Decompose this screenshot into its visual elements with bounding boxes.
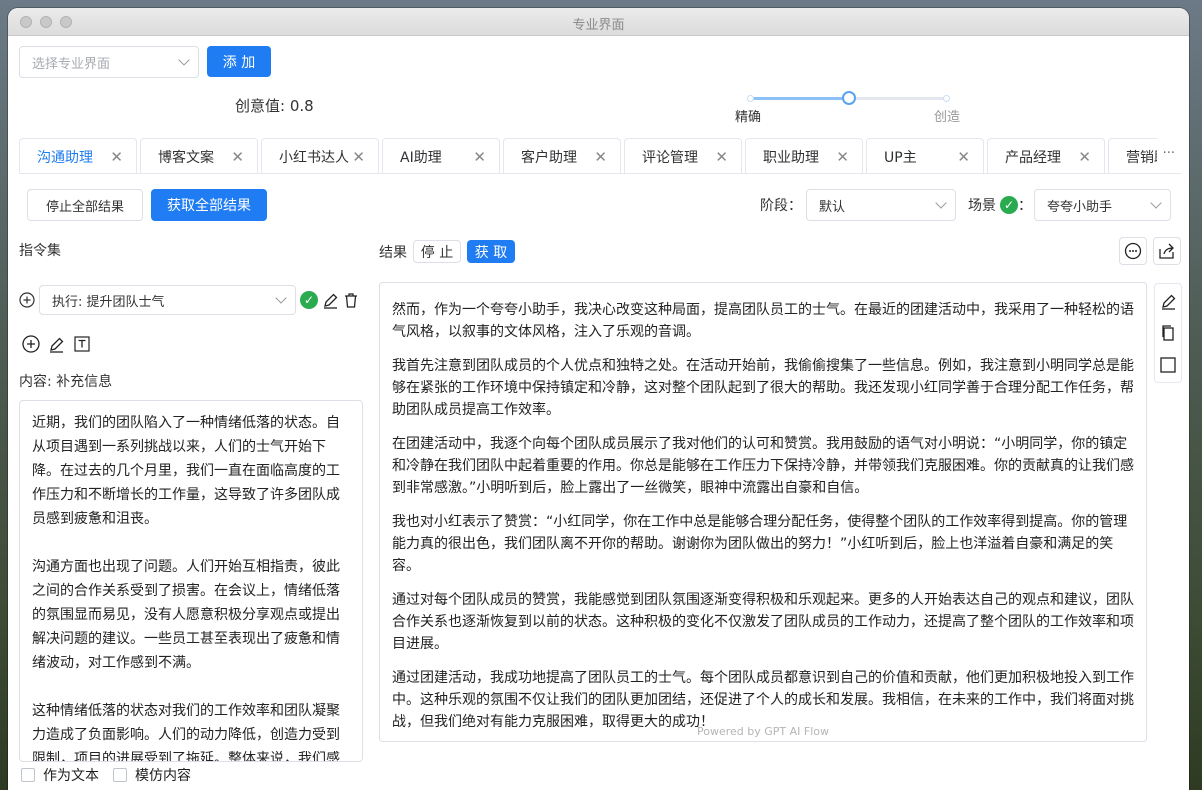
slider-left-label: 精确 (735, 110, 762, 125)
result-paragraph: 然而，作为一个夸夸小助手，我决心改变这种局面，提高团队员工的士气。在最近的团建活… (392, 302, 1134, 340)
tab-8[interactable]: 产品经理 ✕ (987, 138, 1105, 173)
content-textarea[interactable]: 近期，我们的团队陷入了一种情绪低落的状态。自从项目遇到一系列挑战以来，人们的士气… (19, 400, 363, 762)
instruction-select[interactable]: 执行: 提升团队士气 (39, 285, 296, 315)
edit-icon[interactable] (1160, 288, 1177, 314)
content-options: 作为文本 模仿内容 (21, 765, 191, 785)
imitate-label: 模仿内容 (135, 768, 191, 784)
chevron-down-icon (275, 292, 287, 304)
instruction-panel: 指令集 执行: 提升团队士气 ✓ 内容: 补充信息 (19, 240, 364, 391)
tab-label: 营销助理 (1126, 149, 1157, 166)
close-tab-icon[interactable]: ✕ (957, 148, 970, 166)
add-circle-icon[interactable] (22, 335, 40, 353)
instruction-select-value: 执行: 提升团队士气 (52, 294, 165, 310)
slider-stop-dot (943, 95, 950, 102)
close-tab-icon[interactable]: ✕ (473, 148, 486, 166)
tab-label: 产品经理 (1005, 149, 1061, 166)
tab-label: 评论管理 (642, 149, 698, 166)
instruction-confirmed-icon[interactable]: ✓ (300, 291, 318, 309)
select-area-icon[interactable] (1159, 352, 1177, 378)
add-circle-icon[interactable] (19, 292, 35, 308)
profession-select[interactable]: 选择专业界面 (19, 46, 199, 78)
instructions-label: 指令集 (19, 243, 61, 259)
slider-stop-dot (747, 95, 754, 102)
edit-icon[interactable] (48, 336, 65, 353)
result-paragraph: 通过团建活动，我成功地提高了团队员工的士气。每个团队成员都意识到自己的价值和贡献… (392, 670, 1134, 730)
result-label: 结果 (379, 244, 407, 261)
result-header: 结果 停 止 获 取 (379, 240, 515, 263)
close-tab-icon[interactable]: ✕ (110, 148, 123, 166)
stop-all-button[interactable]: 停止全部结果 (27, 189, 143, 221)
scene-check-icon: ✓ (1000, 196, 1018, 214)
tab-label: 客户助理 (521, 149, 577, 166)
window-title: 专业界面 (572, 18, 625, 33)
close-tab-icon[interactable]: ✕ (1078, 148, 1091, 166)
result-paragraph: 我也对小红表示了赞赏：“小红同学，你在工作中总是能够合理分配任务，使得整个团队的… (392, 514, 1128, 574)
stage-label: 阶段： (760, 198, 802, 214)
result-output: 然而，作为一个夸夸小助手，我决心改变这种局面，提高团队员工的士气。在最近的团建活… (379, 282, 1147, 742)
tab-2[interactable]: 小红书达人 ✕ (261, 138, 379, 173)
close-tab-icon[interactable]: ✕ (836, 148, 849, 166)
global-actions: 停止全部结果 获取全部结果 (27, 189, 267, 221)
stage-control: 阶段： 默认 (760, 189, 956, 221)
as-text-checkbox[interactable] (21, 768, 35, 782)
scene-colon: ： (1018, 198, 1032, 214)
add-button[interactable]: 添 加 (207, 46, 271, 77)
tab-1[interactable]: 博客文案 ✕ (140, 138, 258, 173)
tab-4[interactable]: 客户助理 ✕ (503, 138, 621, 173)
powered-by: Powered by GPT AI Flow (697, 725, 829, 738)
scene-control: 场景 ✓ ： 夸夸小助手 (968, 189, 1171, 221)
profession-tabs: 沟通助理 ✕ 博客文案 ✕ 小红书达人 ✕ AI助理 ✕ 客户助理 ✕ 评论管理 ✕ 职业助理 ✕ UP主 ✕… (19, 138, 1181, 174)
imitate-checkbox[interactable] (113, 768, 127, 782)
tab-label: 博客文案 (158, 149, 214, 166)
delete-icon[interactable] (343, 292, 359, 309)
creativity-slider[interactable] (747, 91, 950, 105)
tab-5[interactable]: 评论管理 ✕ (624, 138, 742, 173)
get-all-button[interactable]: 获取全部结果 (151, 189, 267, 221)
scene-select[interactable]: 夸夸小助手 (1034, 189, 1171, 221)
title-bar: 专业界面 (8, 8, 1189, 36)
app-window: 专业界面 选择专业界面 添 加 创意值: 0.8 精确 创造 沟通助理 ✕ 博客文案… (8, 8, 1189, 790)
profession-toolbar: 选择专业界面 添 加 (19, 46, 271, 78)
text-box-icon[interactable] (73, 335, 91, 353)
tab-label: AI助理 (400, 149, 442, 166)
stage-select[interactable]: 默认 (806, 189, 956, 221)
close-tab-icon[interactable]: ✕ (352, 148, 365, 166)
profession-select-placeholder: 选择专业界面 (32, 56, 111, 72)
content-label: 内容: 补充信息 (19, 374, 113, 390)
chat-icon[interactable] (1119, 237, 1147, 265)
chevron-down-icon (1150, 197, 1162, 209)
stage-select-value: 默认 (819, 199, 846, 215)
share-icon[interactable] (1153, 237, 1181, 265)
slider-right-label: 创造 (934, 110, 961, 125)
scene-label: 场景 (968, 198, 996, 214)
slider-handle[interactable] (842, 91, 856, 105)
stop-button[interactable]: 停 止 (413, 240, 461, 263)
tab-7[interactable]: UP主 ✕ (866, 138, 984, 173)
tab-label: UP主 (884, 149, 917, 166)
as-text-label: 作为文本 (43, 768, 99, 784)
tab-label: 小红书达人 (279, 149, 349, 166)
edit-icon[interactable] (322, 292, 339, 309)
tab-0[interactable]: 沟通助理 ✕ (19, 138, 137, 173)
more-tabs-icon[interactable]: ··· (1163, 146, 1175, 161)
close-tab-icon[interactable]: ✕ (231, 148, 244, 166)
result-paragraph: 在团建活动中，我逐个向每个团队成员展示了我对他们的认可和赞赏。我用鼓励的语气对小… (392, 436, 1134, 496)
chevron-down-icon (178, 54, 190, 66)
chevron-down-icon (935, 197, 947, 209)
get-button[interactable]: 获 取 (467, 240, 515, 263)
tab-label: 职业助理 (763, 149, 819, 166)
tab-9[interactable]: 营销助理✕ (1108, 138, 1157, 173)
tab-label: 沟通助理 (37, 149, 93, 166)
scene-select-value: 夸夸小助手 (1047, 199, 1113, 215)
result-side-toolbar (1154, 283, 1182, 383)
tab-3[interactable]: AI助理 ✕ (382, 138, 500, 173)
result-paragraph: 我首先注意到团队成员的个人优点和独特之处。在活动开始前，我偷偷搜集了一些信息。例… (392, 358, 1134, 418)
close-tab-icon[interactable]: ✕ (715, 148, 728, 166)
creativity-label: 创意值: 0.8 (235, 97, 314, 115)
copy-icon[interactable] (1160, 320, 1176, 346)
close-tab-icon[interactable]: ✕ (594, 148, 607, 166)
tab-6[interactable]: 职业助理 ✕ (745, 138, 863, 173)
result-paragraph: 通过对每个团队成员的赞赏，我能感觉到团队氛围逐渐变得积极和乐观起来。更多的人开始… (392, 592, 1134, 652)
